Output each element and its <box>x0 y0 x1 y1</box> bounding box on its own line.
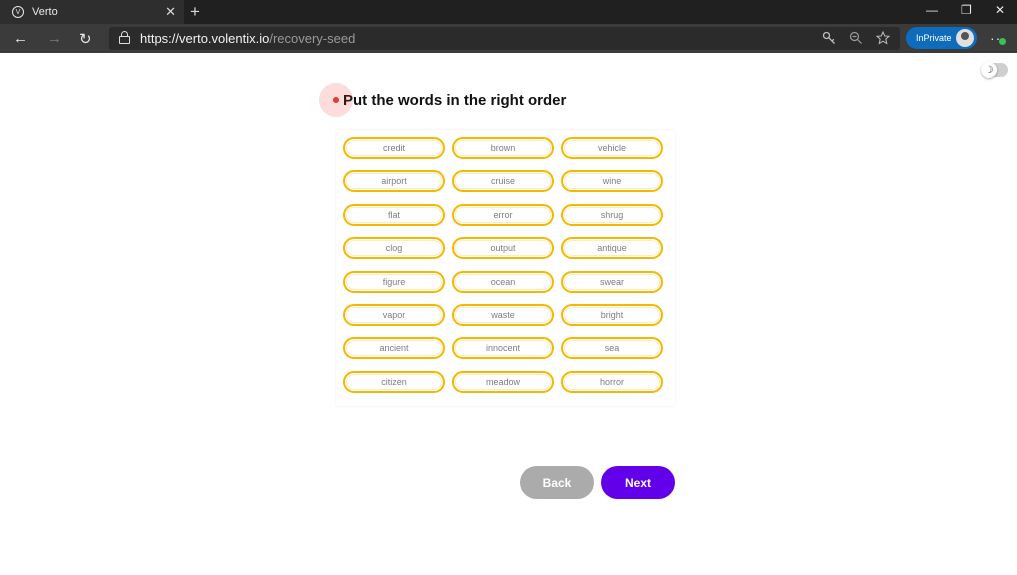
zoom-out-icon[interactable] <box>849 31 863 45</box>
seed-word-chip[interactable]: credit <box>343 137 445 159</box>
seed-word-chip[interactable]: meadow <box>452 370 554 393</box>
seed-words-grid: credit brown vehicle airport cruise wine flat e… <box>343 137 663 393</box>
seed-word-chip[interactable]: vapor <box>343 303 445 326</box>
seed-word-chip[interactable]: wine <box>561 170 663 193</box>
seed-word-chip[interactable]: ocean <box>452 270 554 293</box>
inprivate-badge[interactable]: InPrivate <box>906 27 977 49</box>
back-button[interactable]: Back <box>520 466 594 499</box>
lock-icon <box>119 31 130 44</box>
seed-word-chip[interactable]: vehicle <box>561 137 663 159</box>
close-window-icon[interactable]: ✕ <box>995 3 1005 17</box>
seed-word-chip[interactable]: airport <box>343 170 445 193</box>
url-path: /recovery-seed <box>269 31 356 46</box>
theme-toggle[interactable]: ☽ <box>981 62 1008 78</box>
verto-logo-icon: V <box>12 6 24 18</box>
seed-word-chip[interactable]: citizen <box>343 370 445 393</box>
back-arrow-icon[interactable]: ← <box>13 30 28 47</box>
seed-word-chip[interactable]: innocent <box>452 337 554 360</box>
tab-bar: V Verto ✕ + — ❐ ✕ <box>0 0 1017 24</box>
seed-word-chip[interactable]: flat <box>343 203 445 226</box>
seed-word-chip[interactable]: swear <box>561 270 663 293</box>
seed-word-chip[interactable]: sea <box>561 337 663 360</box>
title-row: Put the words in the right order <box>319 83 566 117</box>
profile-avatar-icon <box>956 29 974 47</box>
seed-word-chip[interactable]: shrug <box>561 203 663 226</box>
seed-word-chip[interactable]: brown <box>452 137 554 159</box>
seed-word-chip[interactable]: bright <box>561 303 663 326</box>
seed-word-chip[interactable]: cruise <box>452 170 554 193</box>
minimize-icon[interactable]: — <box>926 3 938 17</box>
browser-tab[interactable]: V Verto ✕ <box>0 0 184 24</box>
close-tab-icon[interactable]: ✕ <box>165 4 176 20</box>
address-bar[interactable]: https://verto.volentix.io/recovery-seed <box>109 27 900 50</box>
seed-word-chip[interactable]: clog <box>343 237 445 260</box>
seed-word-chip[interactable]: waste <box>452 303 554 326</box>
inprivate-label: InPrivate <box>916 33 952 43</box>
url-text[interactable]: https://verto.volentix.io/recovery-seed <box>140 31 355 46</box>
seed-word-chip[interactable]: ancient <box>343 337 445 360</box>
page-title: Put the words in the right order <box>343 91 567 109</box>
seed-word-chip[interactable]: output <box>452 237 554 260</box>
update-badge-icon <box>999 38 1006 45</box>
seed-words-card: credit brown vehicle airport cruise wine flat e… <box>336 130 675 406</box>
url-host: https://verto.volentix.io <box>140 31 270 46</box>
moon-icon: ☽ <box>981 62 997 78</box>
status-indicator-icon <box>319 83 353 117</box>
favorite-star-icon[interactable] <box>876 31 890 45</box>
refresh-icon[interactable]: ↻ <box>79 30 92 48</box>
seed-word-chip[interactable]: error <box>452 203 554 226</box>
tab-title: Verto <box>32 6 58 18</box>
key-icon[interactable] <box>822 31 836 45</box>
forward-arrow-icon[interactable]: → <box>47 30 62 47</box>
restore-icon[interactable]: ❐ <box>961 3 972 17</box>
seed-word-chip[interactable]: figure <box>343 270 445 293</box>
navigation-bar: ← → ↻ https://verto.volentix.io/recovery… <box>0 24 1017 53</box>
new-tab-icon[interactable]: + <box>190 2 200 22</box>
next-button[interactable]: Next <box>601 466 675 499</box>
seed-word-chip[interactable]: horror <box>561 370 663 393</box>
seed-word-chip[interactable]: antique <box>561 237 663 260</box>
